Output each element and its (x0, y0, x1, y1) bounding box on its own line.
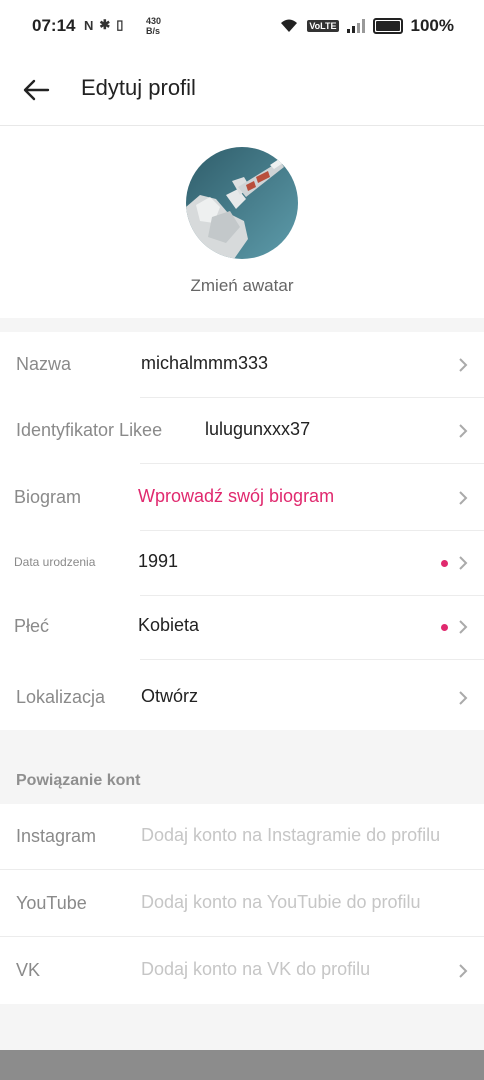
network-speed-value: 430 (146, 16, 162, 26)
app-bar: Edytuj profil (0, 56, 484, 126)
youtube-placeholder: Dodaj konto na YouTubie do profilu (141, 892, 421, 912)
vibrate-icon: ▯ (116, 17, 124, 32)
chevron-right-icon (459, 424, 468, 438)
status-icons-right: VoLTE 100% (279, 16, 454, 36)
field-row-location[interactable]: Lokalizacja Otwórz (0, 665, 484, 731)
avatar[interactable] (186, 147, 298, 259)
instagram-placeholder: Dodaj konto na Instagramie do profilu (141, 825, 441, 845)
back-arrow-icon[interactable] (20, 74, 52, 106)
likee-id-value: lulugunxxx37 (205, 419, 311, 439)
battery-percent: 100% (410, 16, 454, 35)
youtube-label: YouTube (16, 893, 87, 913)
likee-id-label: Identyfikator Likee (16, 420, 163, 440)
bio-placeholder: Wprowadź swój biogram (138, 486, 335, 506)
avatar-image (186, 147, 298, 259)
gender-label: Płeć (14, 616, 50, 636)
divider (140, 463, 484, 464)
avatar-section: Zmień awatar (0, 126, 484, 318)
linked-accounts-title: Powiązanie kont (16, 772, 141, 789)
chevron-right-icon (459, 964, 468, 978)
link-row-youtube[interactable]: YouTube Dodaj konto na YouTubie do profi… (0, 871, 484, 937)
profile-fields: Nazwa michalmmm333 Identyfikator Likee l… (0, 332, 484, 730)
field-row-gender[interactable]: Płeć Kobieta (0, 594, 484, 660)
divider (140, 659, 484, 660)
link-row-instagram[interactable]: Instagram Dodaj konto na Instagramie do … (0, 804, 484, 870)
instagram-label: Instagram (16, 826, 97, 846)
chevron-right-icon (459, 691, 468, 705)
volte-badge: VoLTE (307, 20, 339, 32)
linked-accounts: Instagram Dodaj konto na Instagramie do … (0, 804, 484, 1004)
birthdate-value: 1991 (138, 551, 179, 571)
gender-value: Kobieta (138, 615, 200, 635)
birthdate-label: Data urodzenia (14, 555, 96, 569)
status-bar: 07:14 N ✱ ▯ 430 B/s VoLTE 100% (0, 0, 484, 56)
signal-icon (346, 19, 365, 33)
field-row-birthdate[interactable]: Data urodzenia 1991 (0, 530, 484, 596)
status-icons-left: N ✱ ▯ (84, 17, 123, 33)
change-avatar-link[interactable]: Zmień awatar (0, 276, 484, 296)
page-title: Edytuj profil (81, 75, 196, 100)
bottom-bar (0, 1050, 484, 1080)
new-indicator-dot (441, 624, 448, 631)
field-row-name[interactable]: Nazwa michalmmm333 (0, 332, 484, 398)
divider (0, 936, 484, 937)
clock: 07:14 (32, 16, 76, 35)
location-label: Lokalizacja (16, 687, 106, 707)
chevron-right-icon (459, 358, 468, 372)
vk-placeholder: Dodaj konto na VK do profilu (141, 959, 371, 979)
chevron-right-icon (459, 620, 468, 634)
field-row-likee-id[interactable]: Identyfikator Likee lulugunxxx37 (0, 398, 484, 464)
location-value: Otwórz (141, 686, 199, 706)
network-speed: 430 B/s (146, 16, 161, 36)
network-speed-unit: B/s (146, 26, 161, 36)
bluetooth-icon: ✱ (99, 17, 111, 32)
chevron-right-icon (459, 556, 468, 570)
link-row-vk[interactable]: VK Dodaj konto na VK do profilu (0, 938, 484, 1004)
name-value: michalmmm333 (141, 353, 269, 373)
bio-label: Biogram (14, 487, 82, 507)
vk-label: VK (16, 960, 41, 980)
divider (0, 869, 484, 870)
nfc-icon: N (84, 17, 94, 33)
wifi-icon (281, 19, 298, 32)
new-indicator-dot (441, 560, 448, 567)
field-row-bio[interactable]: Biogram Wprowadź swój biogram (0, 465, 484, 531)
name-label: Nazwa (16, 354, 72, 374)
chevron-right-icon (459, 491, 468, 505)
battery-icon (372, 18, 403, 34)
